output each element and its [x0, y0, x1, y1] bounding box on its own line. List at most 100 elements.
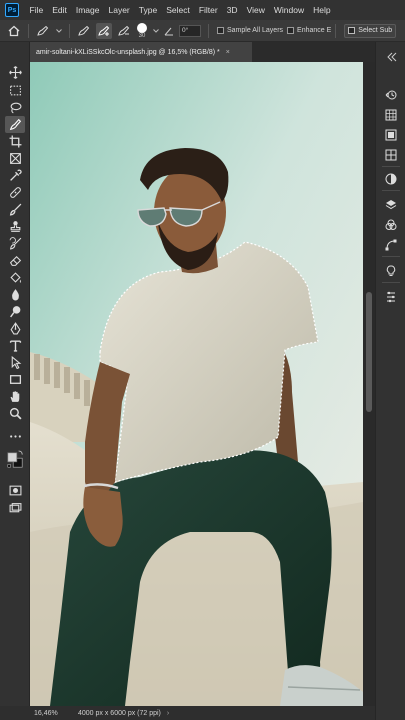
screen-mode-button[interactable] — [5, 500, 25, 517]
eraser-icon — [9, 255, 21, 266]
new-selection-icon[interactable] — [76, 23, 92, 39]
edit-toolbar-button[interactable] — [5, 428, 25, 445]
angle-icon — [164, 23, 174, 39]
brush-size-picker[interactable]: 30 — [137, 22, 147, 39]
marquee-icon — [9, 85, 21, 96]
lasso-icon — [10, 102, 21, 114]
brush-icon — [9, 203, 21, 216]
adjustments-panel-icon[interactable] — [384, 172, 398, 186]
marquee-tool[interactable] — [5, 82, 25, 99]
menu-type[interactable]: Type — [134, 5, 161, 15]
document-tab[interactable]: amir-soltani-kXLiSSkcOlc-unsplash.jpg @ … — [30, 42, 252, 62]
eyedropper-icon — [9, 169, 22, 181]
layers-panel-icon[interactable] — [384, 198, 398, 212]
blur-tool[interactable] — [5, 286, 25, 303]
patterns-panel-icon[interactable] — [384, 148, 398, 162]
eraser-tool[interactable] — [5, 252, 25, 269]
learn-panel-icon[interactable] — [384, 264, 398, 278]
history-brush-tool[interactable] — [5, 235, 25, 252]
type-tool[interactable] — [5, 337, 25, 354]
paths-panel-icon[interactable] — [384, 238, 398, 252]
tools-panel — [0, 42, 30, 706]
angle-input[interactable]: 0° — [179, 24, 201, 37]
dock-separator — [382, 256, 400, 257]
menu-window[interactable]: Window — [269, 5, 308, 15]
color-panel-icon[interactable] — [384, 128, 398, 142]
crop-tool[interactable] — [5, 133, 25, 150]
brush-size-value: 30 — [138, 32, 146, 39]
swatches-panel-icon[interactable] — [384, 108, 398, 122]
select-subject-button[interactable]: Select Sub — [344, 23, 397, 38]
blur-icon — [11, 289, 19, 301]
sample-all-layers-checkbox[interactable] — [217, 27, 224, 34]
dock-separator — [382, 166, 400, 167]
chevron-down-icon[interactable] — [55, 23, 63, 39]
home-icon[interactable] — [6, 23, 22, 39]
menu-bar: Ps File Edit Image Layer Type Select Fil… — [0, 0, 405, 20]
eyedropper-tool[interactable] — [5, 167, 25, 184]
separator — [69, 23, 70, 38]
close-icon[interactable]: × — [226, 49, 230, 56]
clone-stamp-icon — [10, 221, 20, 232]
frame-tool[interactable] — [5, 150, 25, 167]
document-canvas[interactable] — [30, 62, 363, 706]
select-subject-label: Select Sub — [358, 27, 393, 34]
options-bar: 30 0° Sample All Layers Enhance E Select… — [0, 20, 405, 42]
properties-panel-icon[interactable] — [384, 290, 398, 304]
scrollbar-thumb[interactable] — [366, 292, 372, 412]
menu-file[interactable]: File — [25, 5, 48, 15]
menu-layer[interactable]: Layer — [104, 5, 134, 15]
move-tool[interactable] — [5, 64, 25, 81]
zoom-tool[interactable] — [5, 405, 25, 422]
sample-all-layers-label: Sample All Layers — [227, 27, 284, 34]
quick-mask-button[interactable] — [5, 482, 25, 499]
zoom-icon — [9, 407, 22, 420]
crop-icon — [9, 135, 21, 148]
photo-image — [30, 62, 363, 706]
menu-edit[interactable]: Edit — [48, 5, 72, 15]
separator — [208, 23, 209, 38]
panel-dock — [375, 42, 405, 720]
clone-stamp-tool[interactable] — [5, 218, 25, 235]
menu-3d[interactable]: 3D — [222, 5, 242, 15]
hand-tool[interactable] — [5, 388, 25, 405]
vertical-scrollbar[interactable] — [363, 62, 375, 706]
menu-image[interactable]: Image — [71, 5, 104, 15]
collapse-panels-icon[interactable] — [384, 50, 398, 64]
photoshop-logo[interactable]: Ps — [5, 3, 19, 17]
color-swatches[interactable] — [5, 446, 25, 474]
healing-brush-tool[interactable] — [5, 184, 25, 201]
subtract-from-selection-icon[interactable] — [116, 23, 132, 39]
path-selection-tool[interactable] — [5, 354, 25, 371]
dodge-icon — [9, 306, 20, 318]
select-subject-icon — [348, 27, 356, 34]
document-info: 4000 px x 6000 px (72 ppi) — [78, 709, 161, 717]
channels-panel-icon[interactable] — [384, 218, 398, 232]
menu-view[interactable]: View — [242, 5, 269, 15]
menu-filter[interactable]: Filter — [194, 5, 222, 15]
dock-separator — [382, 190, 400, 191]
lasso-tool[interactable] — [5, 99, 25, 116]
tool-preset-icon[interactable] — [35, 23, 51, 39]
frame-icon — [9, 153, 21, 164]
zoom-level[interactable]: 16,46% — [34, 710, 74, 717]
quick-selection-icon — [9, 118, 21, 131]
brush-tool[interactable] — [5, 201, 25, 218]
brush-preview-icon — [137, 22, 147, 33]
rectangle-tool[interactable] — [5, 371, 25, 388]
enhance-edge-checkbox[interactable] — [287, 27, 295, 34]
chevron-right-icon[interactable]: › — [167, 710, 169, 717]
paint-bucket-tool[interactable] — [5, 269, 25, 286]
screen-mode-icon — [9, 503, 21, 513]
menu-help[interactable]: Help — [309, 5, 335, 15]
chevron-down-icon[interactable] — [152, 23, 160, 39]
dodge-tool[interactable] — [5, 303, 25, 320]
add-to-selection-icon[interactable] — [96, 22, 112, 39]
menu-select[interactable]: Select — [162, 5, 195, 15]
history-brush-icon — [9, 237, 21, 250]
quick-selection-tool[interactable] — [5, 116, 25, 133]
history-panel-icon[interactable] — [384, 88, 398, 102]
path-selection-icon — [11, 356, 21, 369]
pen-tool[interactable] — [5, 320, 25, 337]
color-swatches-icon — [7, 450, 23, 468]
